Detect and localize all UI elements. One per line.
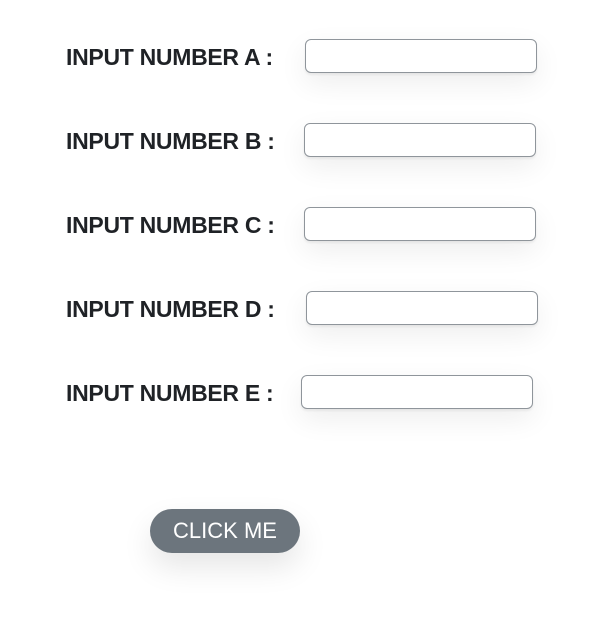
input-number-b[interactable] (304, 123, 536, 157)
label-number-c: INPUT NUMBER C : (66, 212, 275, 238)
input-number-d[interactable] (306, 291, 538, 325)
number-input-form: INPUT NUMBER A : INPUT NUMBER B : INPUT … (0, 0, 599, 618)
label-number-b: INPUT NUMBER B : (66, 128, 275, 154)
input-number-e[interactable] (301, 375, 533, 409)
input-number-c[interactable] (304, 207, 536, 241)
label-number-e: INPUT NUMBER E : (66, 380, 274, 406)
input-number-a[interactable] (305, 39, 537, 73)
label-number-a: INPUT NUMBER A : (66, 44, 273, 70)
click-me-button[interactable]: CLICK ME (150, 509, 300, 553)
label-number-d: INPUT NUMBER D : (66, 296, 275, 322)
